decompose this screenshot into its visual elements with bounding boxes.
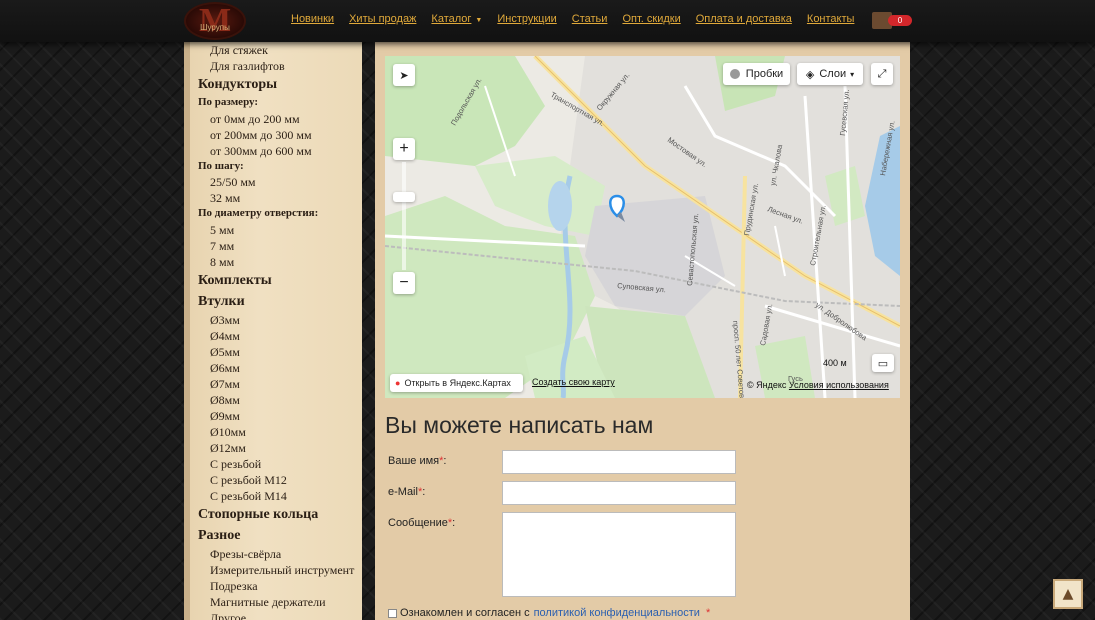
- email-label-text: e-Mail: [388, 486, 418, 498]
- geolocation-icon[interactable]: ➤: [393, 64, 415, 86]
- layers-button[interactable]: ◈ Слои ▾: [797, 63, 863, 85]
- chevron-down-icon: ▼: [475, 17, 483, 24]
- nav-bestsellers[interactable]: Хиты продаж: [349, 13, 416, 25]
- open-in-yandex-button[interactable]: ● Открыть в Яндекс.Картах: [390, 374, 523, 392]
- sidebar-item[interactable]: Фрезы-свёрла: [210, 547, 281, 562]
- copyright-text: © Яндекс: [747, 380, 787, 390]
- sidebar-item[interactable]: Ø9мм: [210, 409, 240, 424]
- sidebar-item[interactable]: Ø12мм: [210, 441, 246, 456]
- sidebar-item[interactable]: 5 мм: [210, 223, 234, 238]
- sidebar-item[interactable]: 25/50 мм: [210, 175, 256, 190]
- required-mark: *: [705, 607, 711, 619]
- traffic-label: Пробки: [745, 68, 784, 80]
- sidebar-item[interactable]: С резьбой M12: [210, 473, 287, 488]
- scale-label: 400 м: [823, 358, 847, 368]
- zoom-slider-track[interactable]: [402, 162, 406, 270]
- main-nav: Новинки Хиты продаж Каталог ▼ Инструкции …: [291, 13, 869, 25]
- email-label: e-Mail*:: [388, 486, 426, 498]
- layers-label: Слои: [819, 68, 847, 80]
- sidebar-item[interactable]: Измерительный инструмент: [210, 563, 354, 578]
- arrow-up-icon: ▲: [1062, 586, 1074, 602]
- map-pin-icon: ●: [395, 378, 401, 388]
- sidebar-group-heading: По размеру:: [198, 96, 259, 108]
- sidebar-item[interactable]: Ø10мм: [210, 425, 246, 440]
- site-logo[interactable]: M Шурупы: [184, 2, 246, 40]
- main-content: Транспортная ул. Окружная ул. Подольская…: [375, 42, 910, 620]
- nav-new[interactable]: Новинки: [291, 13, 334, 25]
- site-header: M Шурупы Новинки Хиты продаж Каталог ▼ Ин…: [0, 0, 1095, 42]
- message-label: Сообщение*:: [388, 517, 456, 529]
- nav-catalog[interactable]: Каталог ▼: [431, 13, 482, 25]
- sidebar-item[interactable]: 32 мм: [210, 191, 240, 206]
- sidebar-item[interactable]: С резьбой M14: [210, 489, 287, 504]
- traffic-button[interactable]: Пробки: [723, 63, 790, 85]
- sidebar-item[interactable]: Ø5мм: [210, 345, 240, 360]
- sidebar-category[interactable]: Разное: [198, 528, 240, 544]
- scroll-to-top-button[interactable]: ▲: [1053, 579, 1083, 609]
- nav-wholesale[interactable]: Опт. скидки: [622, 13, 680, 25]
- nav-catalog-label: Каталог: [431, 13, 472, 25]
- nav-articles[interactable]: Статьи: [572, 13, 608, 25]
- sidebar-group-heading: По шагу:: [198, 159, 244, 172]
- cart-button[interactable]: 0: [872, 12, 912, 29]
- sidebar-item[interactable]: Подрезка: [210, 579, 258, 594]
- sidebar-item[interactable]: от 200мм до 300 мм: [210, 128, 312, 143]
- privacy-policy-link[interactable]: политикой конфиденциальности: [534, 607, 700, 619]
- form-title: Вы можете написать нам: [385, 412, 654, 438]
- map-canvas: Транспортная ул. Окружная ул. Подольская…: [385, 56, 900, 398]
- nav-contacts[interactable]: Контакты: [807, 13, 855, 25]
- sidebar-item[interactable]: Ø4мм: [210, 329, 240, 344]
- required-mark: *: [439, 455, 444, 467]
- cart-count-badge: 0: [888, 15, 912, 26]
- traffic-icon: [729, 69, 740, 79]
- yandex-map[interactable]: Транспортная ул. Окружная ул. Подольская…: [385, 56, 900, 398]
- terms-link[interactable]: Условия использования: [789, 380, 889, 390]
- sidebar-item[interactable]: С резьбой: [210, 457, 261, 472]
- catalog-sidebar: Для стяжек Для газлифтов Кондукторы По разм…: [184, 42, 362, 620]
- layers-icon: ◈: [805, 68, 815, 81]
- nav-payment-delivery[interactable]: Оплата и доставка: [696, 13, 792, 25]
- create-map-link[interactable]: Создать свою карту: [532, 377, 615, 387]
- fullscreen-icon[interactable]: ⤢: [871, 63, 893, 85]
- consent-row: Ознакомлен и согласен с политикой конфид…: [388, 607, 710, 619]
- sidebar-item[interactable]: 7 мм: [210, 239, 234, 254]
- zoom-slider-handle[interactable]: [393, 192, 415, 202]
- name-label-text: Ваше имя: [388, 455, 440, 467]
- message-label-text: Сообщение: [388, 517, 448, 529]
- sidebar-item[interactable]: Ø6мм: [210, 361, 240, 376]
- sidebar-item[interactable]: Другое: [210, 611, 246, 620]
- sidebar-item[interactable]: Для газлифтов: [210, 59, 285, 74]
- consent-checkbox[interactable]: [388, 608, 397, 618]
- sidebar-category[interactable]: Стопорные кольца: [198, 507, 318, 523]
- chevron-down-icon: ▾: [850, 69, 855, 79]
- name-field[interactable]: [502, 450, 736, 474]
- open-in-yandex-label: Открыть в Яндекс.Картах: [404, 378, 511, 388]
- consent-text: Ознакомлен и согласен с: [400, 607, 530, 619]
- name-label: Ваше имя*:: [388, 455, 447, 467]
- nav-instructions[interactable]: Инструкции: [497, 13, 556, 25]
- sidebar-item[interactable]: Ø7мм: [210, 377, 240, 392]
- map-copyright-line: © Яндекс Условия использования: [747, 380, 889, 390]
- sidebar-item[interactable]: Магнитные держатели: [210, 595, 326, 610]
- sidebar-item[interactable]: от 0мм до 200 мм: [210, 112, 300, 127]
- sidebar-item[interactable]: Для стяжек: [210, 43, 268, 58]
- sidebar-group-heading: По диаметру отверстия:: [198, 207, 319, 219]
- email-field[interactable]: [502, 481, 736, 505]
- logo-letter: M: [198, 2, 232, 39]
- zoom-out-button[interactable]: −: [393, 272, 415, 294]
- sidebar-category[interactable]: Втулки: [198, 294, 245, 310]
- sidebar-item[interactable]: Ø8мм: [210, 393, 240, 408]
- zoom-in-button[interactable]: +: [393, 138, 415, 160]
- sidebar-item[interactable]: от 300мм до 600 мм: [210, 144, 312, 159]
- message-field[interactable]: [502, 512, 736, 597]
- required-mark: *: [417, 486, 423, 498]
- sidebar-category[interactable]: Кондукторы: [198, 77, 277, 93]
- sidebar-item[interactable]: 8 мм: [210, 255, 234, 270]
- required-mark: *: [447, 517, 453, 529]
- logo-subtext: Шурупы: [200, 23, 230, 32]
- ruler-icon[interactable]: ▭: [872, 354, 894, 372]
- sidebar-category[interactable]: Комплекты: [198, 273, 272, 289]
- sidebar-item[interactable]: Ø3мм: [210, 313, 240, 328]
